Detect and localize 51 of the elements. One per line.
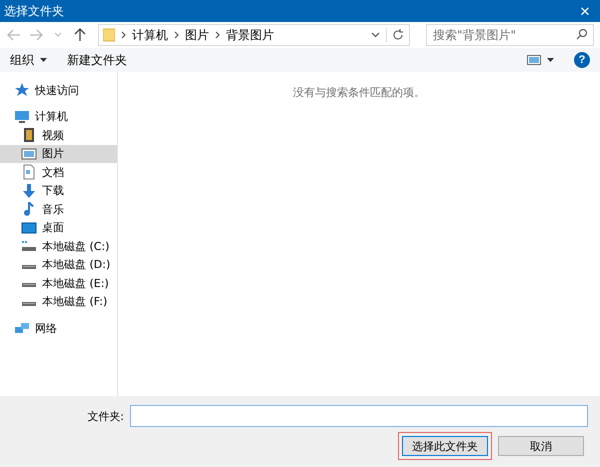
sidebar-item[interactable]: 文档 [0, 163, 117, 182]
select-folder-button[interactable]: 选择此文件夹 [402, 436, 488, 456]
music-note-icon [21, 201, 37, 218]
caret-icon [54, 32, 62, 38]
film-icon [21, 127, 37, 144]
up-button[interactable] [72, 26, 88, 44]
cancel-button[interactable]: 取消 [498, 436, 584, 456]
sidebar-item[interactable]: 本地磁盘 (E:) [0, 274, 117, 292]
monitor-icon [14, 108, 30, 125]
document-icon [21, 164, 37, 180]
close-button[interactable]: ✕ [570, 0, 600, 22]
breadcrumb-item[interactable]: 计算机 [132, 26, 168, 44]
desktop-icon [21, 220, 37, 236]
window-title: 选择文件夹 [4, 2, 64, 20]
sidebar-item[interactable]: 下载 [0, 182, 117, 200]
star-icon [14, 82, 30, 98]
search-field[interactable]: 搜索"背景图片" [426, 24, 594, 46]
image-icon [21, 146, 37, 162]
new-folder-button[interactable]: 新建文件夹 [67, 52, 127, 68]
sidebar-item[interactable]: 快速访问 [0, 81, 117, 100]
chevron-icon [174, 31, 179, 39]
chevron-icon [215, 31, 220, 39]
chevron-icon [121, 31, 126, 39]
caret-icon [40, 58, 47, 62]
caret-icon [547, 58, 554, 62]
search-icon [576, 28, 588, 40]
sidebar-item[interactable]: 网络 [0, 319, 117, 338]
caret-icon [371, 32, 380, 38]
folder-input[interactable] [130, 405, 588, 427]
drive-icon [21, 264, 37, 270]
sidebar-item[interactable]: 音乐 [0, 200, 117, 218]
sidebar-item[interactable]: 图片 [0, 144, 117, 163]
sidebar-item[interactable]: 本地磁盘 (C:) [0, 237, 117, 256]
help-button[interactable]: ? [574, 52, 590, 68]
organize-menu[interactable]: 组织 [10, 52, 47, 68]
download-arrow-icon [21, 182, 37, 199]
drive-icon [21, 283, 37, 288]
view-menu[interactable] [527, 55, 554, 65]
folder-label: 文件夹: [87, 408, 124, 424]
folder-icon [103, 28, 115, 42]
sidebar-item[interactable]: 计算机 [0, 108, 117, 126]
sidebar-item[interactable]: 桌面 [0, 218, 117, 237]
sidebar-item[interactable]: 本地磁盘 (F:) [0, 292, 117, 311]
sidebar-item[interactable]: 视频 [0, 126, 117, 144]
refresh-icon[interactable] [386, 28, 405, 42]
breadcrumb-item[interactable]: 背景图片 [226, 26, 274, 44]
breadcrumb-item[interactable]: 图片 [185, 26, 209, 44]
sidebar-item[interactable]: 本地磁盘 (D:) [0, 256, 117, 274]
drive-icon [21, 302, 37, 307]
empty-message: 没有与搜索条件匹配的项。 [293, 85, 425, 99]
address-bar[interactable]: 计算机 图片 背景图片 [98, 24, 410, 46]
